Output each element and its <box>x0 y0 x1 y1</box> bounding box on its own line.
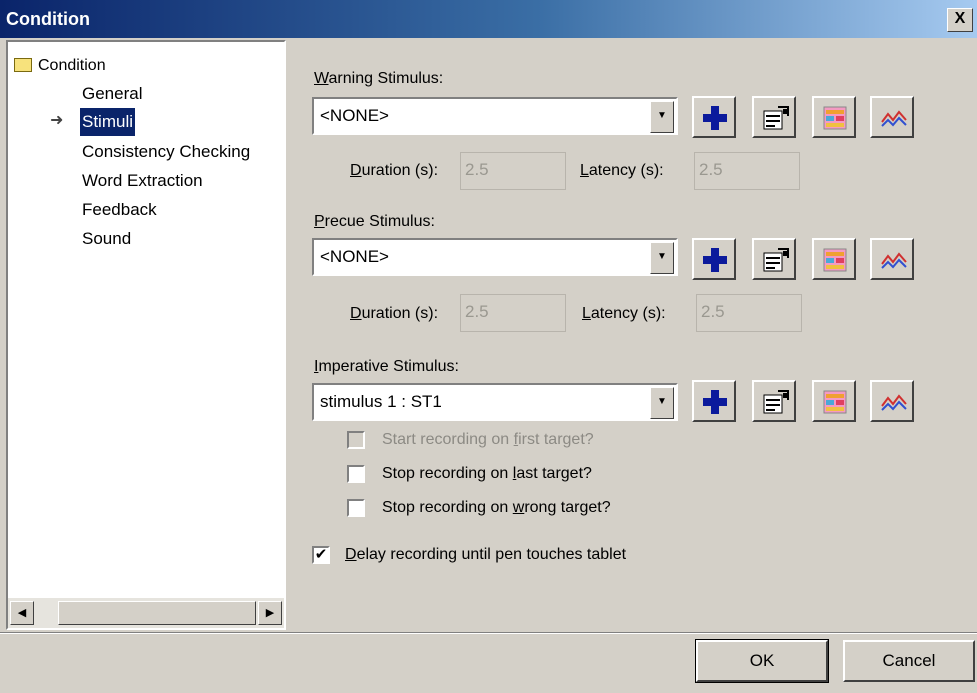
add-stimulus-icon <box>703 248 727 272</box>
folder-icon <box>14 57 32 72</box>
window-title-bar[interactable]: Condition <box>0 0 977 38</box>
stimulus-preview-icon <box>823 106 847 130</box>
warning-stimulus-select[interactable]: <NONE> ▼ <box>312 97 678 135</box>
dropdown-arrow-icon[interactable]: ▼ <box>650 242 674 274</box>
precue-duration-field[interactable]: 2.5 <box>460 294 566 332</box>
imperative-preview-button[interactable] <box>812 380 856 422</box>
footer-separator <box>0 632 977 634</box>
precue-preview-button[interactable] <box>812 238 856 280</box>
warning-duration-value: 2.5 <box>465 160 489 179</box>
imperative-stimulus-value: stimulus 1 : ST1 <box>320 392 442 411</box>
close-icon: X <box>954 10 966 27</box>
imperative-stimulus-label: Imperative Stimulus: <box>314 358 459 375</box>
delay-pen-touch-label[interactable]: Delay recording until pen touches tablet <box>345 544 626 566</box>
tree-item-label: Stimuli <box>82 112 134 131</box>
stimulus-graph-icon <box>881 252 907 269</box>
tree-root-condition[interactable]: Condition <box>14 54 106 78</box>
cancel-button[interactable]: Cancel <box>843 640 975 682</box>
warning-duration-field[interactable]: 2.5 <box>460 152 566 190</box>
stimulus-preview-icon <box>823 390 847 414</box>
start-first-target-checkbox <box>347 431 365 449</box>
checkmark-icon: ✔ <box>314 546 328 563</box>
precue-duration-label: Duration (s): <box>350 305 439 322</box>
warning-duration-label: Duration (s): <box>350 162 439 179</box>
arrow-right-icon: ▶ <box>265 607 275 619</box>
edit-stimulus-icon <box>763 248 789 272</box>
imperative-edit-button[interactable] <box>752 380 796 422</box>
tree-item-feedback[interactable]: Feedback <box>80 196 159 224</box>
tree-item-label: Word Extraction <box>82 171 203 190</box>
scroll-right-button[interactable]: ▶ <box>258 601 282 625</box>
dropdown-arrow-icon[interactable]: ▼ <box>650 101 674 133</box>
warning-edit-button[interactable] <box>752 96 796 138</box>
navigation-tree[interactable] <box>6 40 286 630</box>
warning-latency-field[interactable]: 2.5 <box>694 152 800 190</box>
warning-latency-value: 2.5 <box>699 160 723 179</box>
scroll-thumb[interactable] <box>58 601 256 625</box>
precue-add-button[interactable] <box>692 238 736 280</box>
imperative-graph-button[interactable] <box>870 380 914 422</box>
tree-item-label: Consistency Checking <box>82 142 251 161</box>
scroll-left-button[interactable]: ◀ <box>10 601 34 625</box>
dropdown-arrow-icon[interactable]: ▼ <box>650 387 674 419</box>
tree-item-label: Feedback <box>82 200 157 219</box>
edit-stimulus-icon <box>763 106 789 130</box>
stimulus-graph-icon <box>881 394 907 411</box>
warning-graph-button[interactable] <box>870 96 914 138</box>
ok-button-label: OK <box>749 651 775 670</box>
window-title: Condition <box>6 9 90 29</box>
tree-root-label: Condition <box>38 57 106 74</box>
precue-duration-value: 2.5 <box>465 302 489 321</box>
stimulus-graph-icon <box>881 110 907 127</box>
precue-stimulus-select[interactable]: <NONE> ▼ <box>312 238 678 276</box>
precue-stimulus-value: <NONE> <box>320 247 389 266</box>
warning-latency-label: Latency (s): <box>580 162 664 179</box>
precue-graph-button[interactable] <box>870 238 914 280</box>
stop-wrong-target-checkbox[interactable] <box>347 499 365 517</box>
warning-add-button[interactable] <box>692 96 736 138</box>
tree-item-consistency-checking[interactable]: Consistency Checking <box>80 138 252 166</box>
imperative-stimulus-select[interactable]: stimulus 1 : ST1 ▼ <box>312 383 678 421</box>
warning-preview-button[interactable] <box>812 96 856 138</box>
tree-item-label: General <box>82 84 143 103</box>
tree-item-word-extraction[interactable]: Word Extraction <box>80 167 205 195</box>
precue-latency-field[interactable]: 2.5 <box>696 294 802 332</box>
stop-last-target-label[interactable]: Stop recording on last target? <box>382 463 592 485</box>
current-item-arrow-icon: ➜ <box>50 112 64 129</box>
tree-item-label: Sound <box>82 229 132 248</box>
close-button[interactable]: X <box>947 8 973 32</box>
warning-stimulus-label: Warning Stimulus: <box>314 70 444 87</box>
arrow-left-icon: ◀ <box>17 607 27 619</box>
add-stimulus-icon <box>703 106 727 130</box>
warning-stimulus-value: <NONE> <box>320 106 389 125</box>
stop-wrong-target-label[interactable]: Stop recording on wrong target? <box>382 497 611 519</box>
delay-pen-touch-checkbox[interactable]: ✔ <box>312 546 330 564</box>
precue-edit-button[interactable] <box>752 238 796 280</box>
precue-latency-label: Latency (s): <box>582 305 666 322</box>
tree-item-sound[interactable]: Sound <box>80 225 133 253</box>
tree-item-stimuli[interactable]: Stimuli <box>80 108 136 136</box>
stimulus-preview-icon <box>823 248 847 272</box>
imperative-add-button[interactable] <box>692 380 736 422</box>
precue-latency-value: 2.5 <box>701 302 725 321</box>
stop-last-target-checkbox[interactable] <box>347 465 365 483</box>
cancel-button-label: Cancel <box>882 651 936 670</box>
tree-horizontal-scrollbar[interactable]: ◀ ▶ <box>8 598 284 628</box>
precue-stimulus-label: Precue Stimulus: <box>314 213 435 230</box>
edit-stimulus-icon <box>763 390 789 414</box>
ok-button[interactable]: OK <box>695 639 829 683</box>
start-first-target-label: Start recording on first target? <box>382 431 594 448</box>
tree-item-general[interactable]: General <box>80 80 144 108</box>
add-stimulus-icon <box>703 390 727 414</box>
